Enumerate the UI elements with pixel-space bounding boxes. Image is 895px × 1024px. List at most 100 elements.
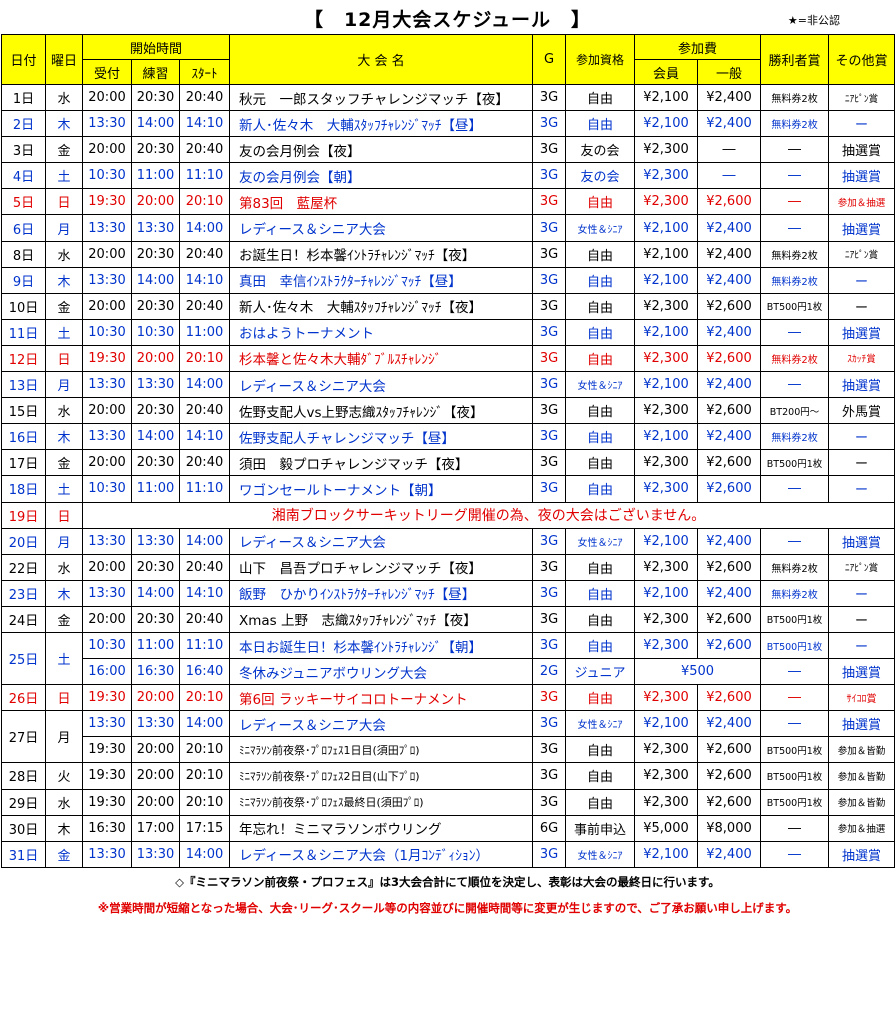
cell-name: おはようトーナメント: [229, 318, 533, 346]
cell-name: レディース＆シニア大会: [229, 214, 533, 242]
cell-qualification: 自由: [565, 631, 635, 660]
table-row: 10日金 20:00 20:30 20:40 新人･佐々木 大輔ｽﾀｯﾌﾁｬﾚﾝｼﾞﾏｯ…: [1, 292, 895, 320]
cell-date: 1日: [1, 83, 46, 112]
cell-dow: 木: [45, 110, 83, 138]
table-row: 16日木 13:30 14:00 14:10 佐野支配人チャレンジマッチ【昼】 3G 自由 ¥…: [1, 423, 895, 451]
cell-date: 24日: [1, 605, 46, 633]
cell-dow: 日: [45, 501, 83, 529]
cell-name: 第6回 ラッキーサイコロトーナメント: [229, 684, 533, 712]
cell-other-prize: 外馬賞: [828, 397, 895, 425]
cell-dow: 金: [45, 292, 83, 320]
cell-qualification: 事前申込: [565, 814, 635, 842]
cell-start: 20:10: [179, 788, 230, 816]
cell-name: レディース＆シニア大会: [229, 527, 533, 555]
cell-date: 19日: [1, 501, 46, 529]
cell-start: 14:10: [179, 110, 230, 138]
cell-qualification: 自由: [565, 423, 635, 451]
cell-dow: 土: [45, 475, 83, 503]
cell-other-prize: 抽選賞: [828, 318, 895, 346]
cell-winner-prize: BT500円1枚: [760, 736, 830, 764]
cell-practice: 20:30: [131, 292, 180, 320]
cell-dow: 木: [45, 814, 83, 842]
cell-member-fee: ¥2,100: [634, 318, 698, 346]
cell-winner-prize: ―: [760, 318, 830, 346]
cell-name: 第83回 藍屋杯: [229, 188, 533, 216]
cell-games: 3G: [532, 840, 566, 868]
cell-date: 5日: [1, 188, 46, 216]
cell-other-prize: ー: [828, 292, 895, 320]
header-reception: 受付: [82, 59, 132, 85]
cell-practice: 14:00: [131, 266, 180, 294]
cell-dow: 水: [45, 83, 83, 112]
cell-reception: 16:00: [82, 658, 132, 686]
cell-other-prize: 抽選賞: [828, 527, 895, 555]
cell-qualification: 女性＆ｼﾆｱ: [565, 710, 635, 738]
cell-dow: 水: [45, 397, 83, 425]
cell-reception: 20:00: [82, 83, 132, 112]
cell-qualification: 自由: [565, 684, 635, 712]
cell-date: 30日: [1, 814, 46, 842]
cell-member-fee: ¥2,300: [634, 397, 698, 425]
cell-games: 3G: [532, 527, 566, 555]
cell-general-fee: ¥2,600: [696, 553, 762, 581]
cell-member-fee: ¥2,100: [634, 371, 698, 399]
cell-practice: 10:30: [131, 318, 180, 346]
cell-qualification: 自由: [565, 762, 635, 790]
cell-member-fee: ¥2,300: [634, 684, 698, 712]
cell-member-fee: ¥2,100: [634, 83, 698, 112]
cell-winner-prize: ―: [760, 710, 830, 738]
table-row: 20日月 13:30 13:30 14:00 レディース＆シニア大会 3G 女性＆ｼﾆｱ ¥2…: [1, 527, 895, 555]
cell-winner-prize: ―: [760, 527, 830, 555]
cell-games: 3G: [532, 162, 566, 190]
cell-qualification: 自由: [565, 553, 635, 581]
cell-name: レディース＆シニア大会: [229, 710, 533, 738]
cell-start: 14:00: [179, 527, 230, 555]
cell-date: 8日: [1, 240, 46, 268]
cell-member-fee: ¥2,300: [634, 475, 698, 503]
cell-reception: 19:30: [82, 684, 132, 712]
table-row: 4日土 10:30 11:00 11:10 友の会月例会【朝】 3G 友の会 ¥2,300 ― ―…: [1, 162, 895, 190]
cell-practice: 13:30: [131, 840, 180, 868]
cell-dow: 金: [45, 136, 83, 164]
cell-dow: 日: [45, 684, 83, 712]
cell-general-fee: ―: [696, 136, 762, 164]
cell-qualification: 自由: [565, 579, 635, 607]
cell-date: 17日: [1, 449, 46, 477]
cell-qualification: 女性＆ｼﾆｱ: [565, 840, 635, 868]
cell-practice: 20:30: [131, 605, 180, 633]
cell-reception: 10:30: [82, 318, 132, 346]
schedule-table: 日付 曜日 開始時間 大 会 名 G 参加資格 参加費 勝利者賞 その他賞 受付…: [1, 34, 895, 868]
cell-practice: 11:00: [131, 162, 180, 190]
cell-winner-prize: 無料券2枚: [760, 110, 830, 138]
cell-winner-prize: ―: [760, 658, 830, 686]
cell-general-fee: ¥2,400: [696, 579, 762, 607]
cell-date: 20日: [1, 527, 46, 555]
cell-winner-prize: 無料券2枚: [760, 344, 830, 373]
table-row: 19:30 20:00 20:10 ﾐﾆﾏﾗｿﾝ前夜祭･ﾌﾟﾛﾌｪｽ1日目(須田…: [2, 736, 895, 764]
cell-dow: 日: [45, 188, 83, 216]
cell-qualification: 自由: [565, 788, 635, 816]
cell-general-fee: ¥8,000: [696, 814, 762, 842]
cell-games: 3G: [532, 397, 566, 425]
table-row: 15日水 20:00 20:30 20:40 佐野支配人vs上野志織ｽﾀｯﾌﾁｬﾚﾝｼﾞ…: [1, 397, 895, 425]
cell-start: 20:10: [179, 684, 230, 712]
cell-games: 3G: [532, 136, 566, 164]
cell-date: 27日: [1, 710, 46, 764]
cell-date: 11日: [1, 318, 46, 346]
cell-general-fee: ¥2,600: [696, 475, 762, 503]
cell-general-fee: ¥2,600: [696, 762, 762, 790]
cell-date: 28日: [1, 762, 46, 790]
cell-reception: 20:00: [82, 397, 132, 425]
cell-date: 10日: [1, 292, 46, 320]
header-start: ｽﾀｰﾄ: [179, 59, 230, 85]
table-row: 12日日 19:30 20:00 20:10 杉本馨と佐々木大輔ﾀﾞﾌﾞﾙｽﾁｬﾚﾝｼﾞ…: [1, 344, 895, 373]
cell-winner-prize: 無料券2枚: [760, 553, 830, 581]
table-row: 18日土 10:30 11:00 11:10 ワゴンセールトーナメント【朝】 3G 自由 ¥2…: [1, 475, 895, 503]
cell-general-fee: ¥2,400: [696, 840, 762, 868]
cell-reception: 13:30: [82, 214, 132, 242]
cell-reception: 19:30: [82, 788, 132, 816]
cell-name: ワゴンセールトーナメント【朝】: [229, 475, 533, 503]
cell-other-prize: ー: [828, 110, 895, 138]
cell-start: 11:10: [179, 631, 230, 660]
cell-winner-prize: BT500円1枚: [760, 762, 830, 790]
